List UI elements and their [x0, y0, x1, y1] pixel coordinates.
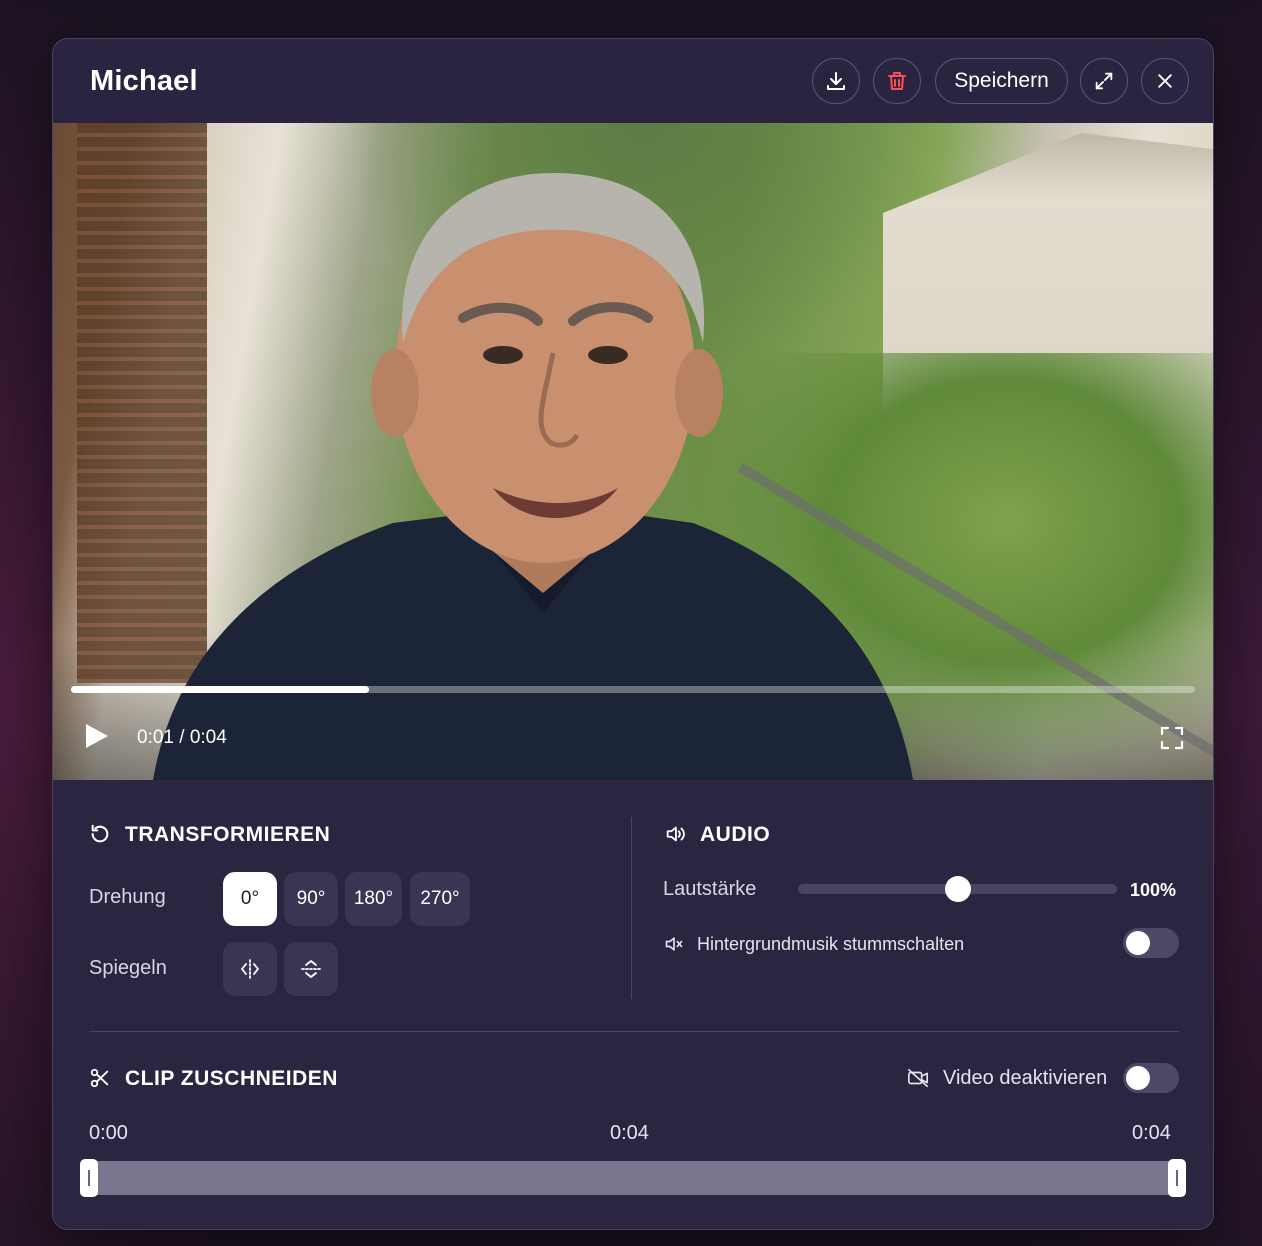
- download-button[interactable]: [812, 58, 860, 104]
- speaker-icon: [666, 826, 685, 842]
- mirror-horizontal-button[interactable]: [223, 942, 277, 996]
- save-button[interactable]: Speichern: [935, 58, 1068, 104]
- close-button[interactable]: [1141, 58, 1189, 104]
- rotation-option-90[interactable]: 90°: [284, 872, 338, 926]
- delete-button[interactable]: [873, 58, 921, 104]
- flip-horizontal-icon: [241, 959, 259, 979]
- trim-duration: 0:04: [610, 1122, 649, 1144]
- rotate-icon: [91, 824, 109, 843]
- rotation-option-270[interactable]: 270°: [410, 872, 470, 926]
- video-editor-modal: Michael Speichern 0:01 / 0:04 TRANSFORMI…: [52, 38, 1214, 1230]
- video-player[interactable]: 0:01 / 0:04: [53, 123, 1213, 780]
- video-frame-person: [153, 173, 913, 780]
- volume-slider-thumb[interactable]: [944, 876, 971, 902]
- scissors-icon: [90, 1068, 109, 1088]
- disable-video-toggle[interactable]: [1123, 1063, 1179, 1093]
- mirror-label: Spiegeln: [89, 957, 167, 979]
- mute-music-toggle[interactable]: [1123, 928, 1179, 958]
- play-icon[interactable]: [83, 721, 111, 751]
- trim-start-time: 0:00: [89, 1122, 128, 1144]
- trim-end-handle[interactable]: [1168, 1159, 1186, 1197]
- video-off-icon: [908, 1068, 928, 1088]
- volume-value: 100%: [1130, 880, 1177, 900]
- playback-progress-bar[interactable]: [71, 686, 1195, 693]
- mute-music-label: Hintergrundmusik stummschalten: [697, 934, 965, 954]
- trim-range-track[interactable]: [80, 1159, 1186, 1197]
- volume-slider[interactable]: [798, 876, 1117, 902]
- fullscreen-icon[interactable]: [1159, 725, 1185, 751]
- rotation-option-180[interactable]: 180°: [345, 872, 402, 926]
- transform-section-title: TRANSFORMIEREN: [125, 823, 331, 846]
- playback-time: 0:01 / 0:04: [137, 727, 227, 748]
- download-icon: [827, 72, 845, 90]
- rotation-label: Drehung: [89, 886, 166, 908]
- modal-title: Michael: [90, 65, 198, 97]
- modal-header: Michael Speichern: [53, 39, 1213, 123]
- mute-icon: [665, 937, 683, 951]
- mute-music-toggle-knob: [1126, 931, 1150, 955]
- flip-vertical-icon: [301, 960, 321, 978]
- close-icon: [1158, 74, 1172, 88]
- trash-icon: [888, 72, 906, 90]
- mirror-vertical-button[interactable]: [284, 942, 338, 996]
- section-divider-horizontal: [89, 1031, 1179, 1032]
- rotation-option-0[interactable]: 0°: [223, 872, 277, 926]
- trim-end-time: 0:04: [1132, 1122, 1171, 1144]
- clip-section-title: CLIP ZUSCHNEIDEN: [125, 1067, 338, 1090]
- trim-start-handle[interactable]: [80, 1159, 98, 1197]
- disable-video-label: Video deaktivieren: [943, 1067, 1108, 1089]
- audio-section-title: AUDIO: [700, 823, 771, 846]
- expand-icon: [1095, 72, 1113, 90]
- volume-label: Lautstärke: [663, 878, 757, 900]
- section-divider-vertical: [631, 817, 632, 999]
- disable-video-toggle-knob: [1126, 1066, 1150, 1090]
- expand-button[interactable]: [1080, 58, 1128, 104]
- playback-progress-fill: [71, 686, 369, 693]
